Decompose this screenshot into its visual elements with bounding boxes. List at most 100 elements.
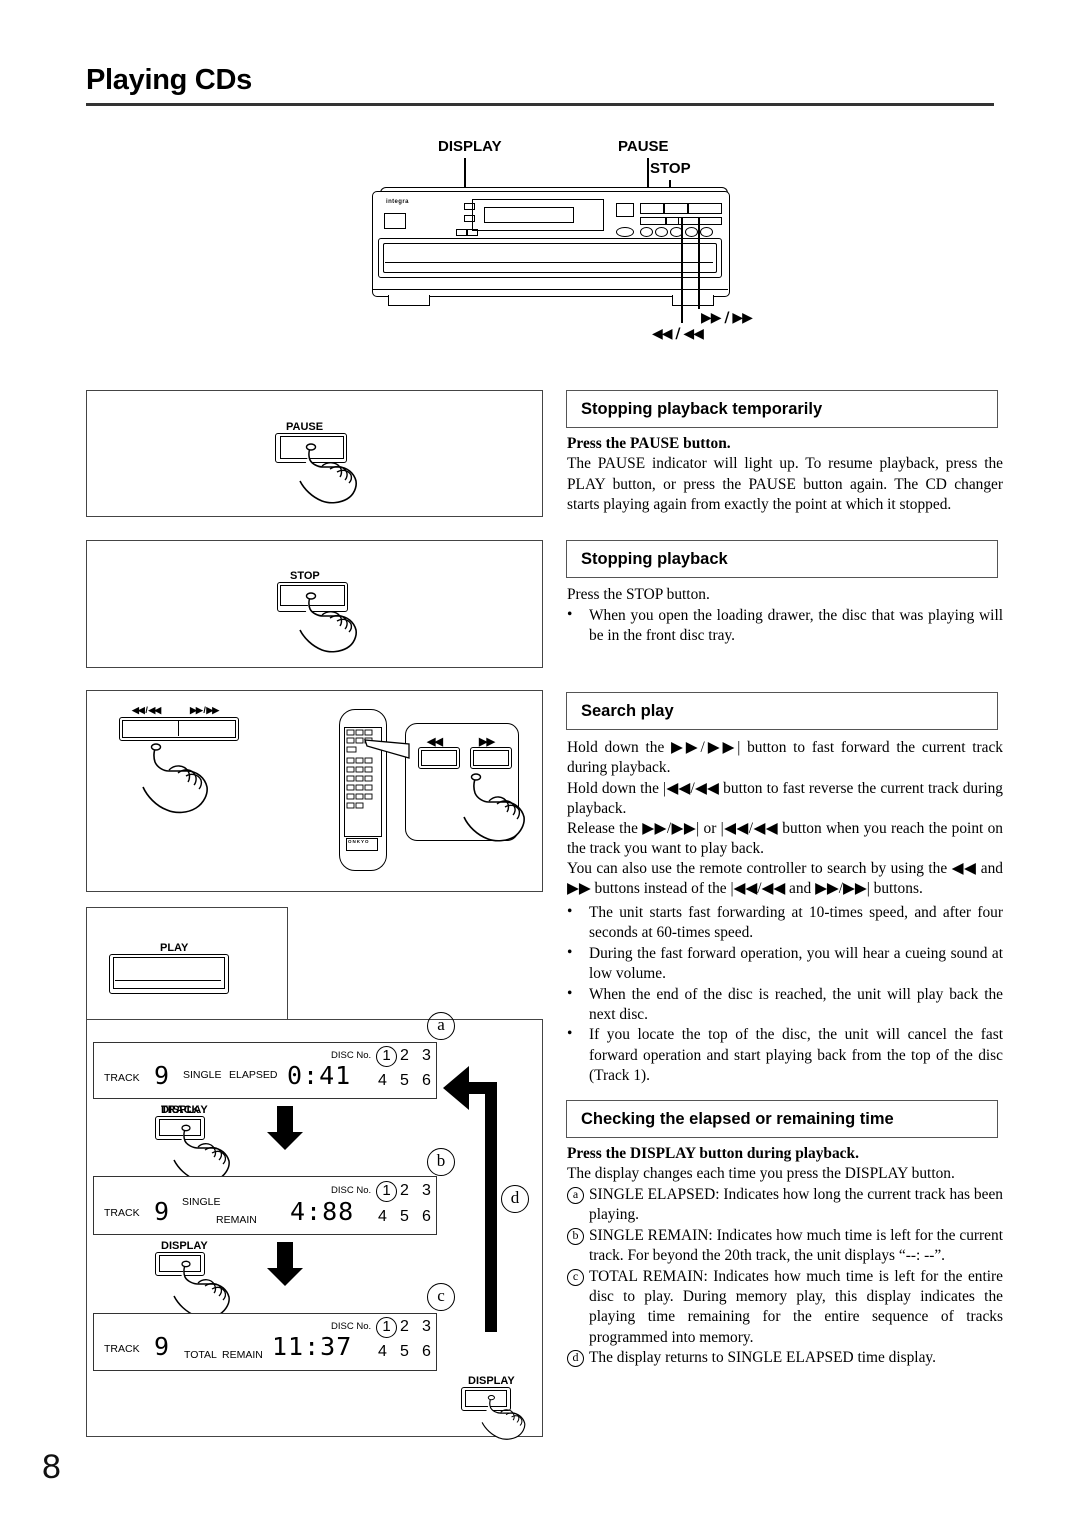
bullet-text: When you open the loading drawer, the di…	[589, 607, 1003, 645]
stop-button-device	[664, 203, 688, 214]
panel-b-mode2: REMAIN	[216, 1214, 257, 1226]
panel-c-disc-6: 6	[422, 1343, 431, 1360]
knob-3	[655, 227, 668, 237]
stopping-temporarily-paragraph: The PAUSE indicator will light up. To re…	[567, 455, 1003, 514]
illustration-search: ◀◀ / ◀◀ ▶▶ / ▶▶ ONKYO ◀◀ ▶▶	[86, 690, 543, 892]
step-tag-a: a	[427, 1012, 455, 1040]
panel-b-disc-1: 1	[376, 1181, 397, 1202]
bullet-marker: •	[567, 903, 573, 920]
bullet-text: During the fast forward operation, you w…	[589, 944, 1003, 983]
search-play-paragraph-4: You can also use the remote controller t…	[567, 860, 1003, 898]
device-foot-right	[672, 295, 714, 306]
display-key-label-3: DISPLAY	[468, 1375, 515, 1387]
heading-stopping-playback: Stopping playback	[566, 540, 998, 578]
bullet-marker: •	[567, 943, 573, 961]
hand-pointer-icon	[463, 773, 525, 842]
panel-a-track-value: 9	[154, 1061, 171, 1090]
step-tag-d: d	[501, 1185, 529, 1213]
display-key-label-2: DISPLAY	[161, 1240, 208, 1252]
hand-pointer-icon	[142, 743, 208, 814]
device-foot-left	[388, 295, 430, 306]
drawer-seam	[385, 262, 713, 264]
down-arrow-icon-2	[267, 1242, 303, 1286]
panel-b-disc-4: 4	[378, 1208, 387, 1225]
list-item: a SINGLE ELAPSED: Indicates how long the…	[567, 1185, 1003, 1226]
panel-c-mode2: REMAIN	[222, 1349, 263, 1361]
page-title: Playing CDs	[86, 64, 252, 96]
panel-c-track-value: 9	[154, 1332, 171, 1361]
bullet-item: • During the fast forward operation, you…	[567, 944, 1003, 985]
heading-stopping-temporarily: Stopping playback temporarily	[566, 390, 998, 428]
list-item: d The display returns to SINGLE ELAPSED …	[567, 1348, 1003, 1368]
item-marker-c: c	[567, 1267, 587, 1286]
item-text-c: TOTAL REMAIN: Indicates how much time is…	[589, 1267, 1003, 1346]
loopback-arrow-icon	[443, 1066, 497, 1332]
bullet-marker: •	[567, 1025, 573, 1043]
bullet-item: • The unit starts fast forwarding at 10-…	[567, 903, 1003, 944]
play-button-label: PLAY	[160, 942, 189, 954]
panel-b-mode1: SINGLE	[182, 1196, 221, 1208]
small-button-a	[456, 229, 467, 236]
bullet-marker: •	[567, 984, 573, 1002]
panel-a-disc-3: 3	[422, 1047, 431, 1064]
bullet-marker: •	[567, 606, 573, 623]
remote-brand-label: ONKYO	[348, 839, 370, 844]
play-key-seam	[115, 980, 221, 982]
panel-a-mode1: SINGLE	[183, 1069, 222, 1081]
section-checking-time-body: Press the DISPLAY button during playback…	[567, 1144, 1003, 1185]
panel-a-disc-2: 2	[400, 1047, 409, 1064]
lead-press-display: Press the DISPLAY button during playback…	[567, 1145, 859, 1162]
panel-c-track-label: TRACK	[104, 1343, 140, 1355]
knob-6	[700, 227, 713, 237]
panel-a-disc-6: 6	[422, 1072, 431, 1089]
item-text-d: The display returns to SINGLE ELAPSED ti…	[589, 1349, 936, 1367]
illustration-pause: PAUSE	[86, 390, 543, 517]
search-play-bullets: • The unit starts fast forwarding at 10-…	[567, 903, 1003, 1087]
bullet-item: • If you locate the top of the disc, the…	[567, 1025, 1003, 1086]
illustration-play: PLAY	[86, 907, 288, 1021]
callout-skip-forward-label: ▶▶ / ▶▶	[701, 310, 753, 326]
illustration-stop: STOP	[86, 540, 543, 668]
display-key-label-1: DISPLAY	[161, 1104, 208, 1116]
list-item: b SINGLE REMAIN: Indicates how much time…	[567, 1226, 1003, 1267]
callout-skipback-leader	[681, 217, 683, 323]
unit-skipback-label: ◀◀ / ◀◀	[132, 705, 161, 715]
pause-button-device	[640, 203, 664, 214]
item-marker-d: d	[567, 1348, 587, 1368]
remote-rew-key-inner[interactable]	[421, 750, 457, 766]
illustration-display-sequence: a b c d TRACK 9 SINGLE ELAPSED 0:41 DISC…	[86, 1012, 543, 1440]
panel-b-track-value: 9	[154, 1197, 171, 1226]
search-play-paragraph-1: Hold down the ▶▶/▶▶| button to fast forw…	[567, 739, 1003, 777]
callout-pause-label: PAUSE	[618, 138, 669, 155]
device-base	[372, 289, 728, 291]
panel-c-disc-label: DISC No.	[331, 1321, 372, 1332]
panel-b-disc-label: DISC No.	[331, 1185, 372, 1196]
display-panel-c: TRACK 9 TOTAL REMAIN 11:37 DISC No. 1 2 …	[93, 1313, 437, 1371]
brand-logo: integra	[386, 199, 409, 205]
panel-c-disc-4: 4	[378, 1343, 387, 1360]
stopping-playback-paragraph: Press the STOP button.	[567, 586, 710, 603]
play-button-device	[688, 203, 722, 214]
unit-search-key-divider	[178, 720, 180, 736]
row2-button-1	[640, 217, 666, 225]
remote-ff-key-inner[interactable]	[473, 750, 509, 766]
bullet-item: • When you open the loading drawer, the …	[567, 606, 1003, 647]
section-stopping-temporarily-body: Press the PAUSE button. The PAUSE indica…	[567, 434, 1003, 516]
list-item: c TOTAL REMAIN: Indicates how much time …	[567, 1267, 1003, 1349]
bullet-text: The unit starts fast forwarding at 10-ti…	[589, 904, 1003, 942]
bullet-text: When the end of the disc is reached, the…	[589, 985, 1003, 1024]
skip-fwd-button-device	[699, 217, 722, 225]
panel-a-time: 0:41	[287, 1061, 352, 1090]
panel-a-disc-1: 1	[376, 1046, 397, 1067]
play-key-inner[interactable]	[113, 957, 225, 989]
panel-b-disc-5: 5	[400, 1208, 409, 1225]
hand-pointer-icon	[299, 592, 357, 653]
cd-changer-front: integra	[372, 187, 730, 309]
pause-button-label: PAUSE	[286, 421, 324, 433]
panel-c-disc-2: 2	[400, 1318, 409, 1335]
manual-page: Playing CDs DISPLAY PAUSE STOP integra ▶…	[0, 0, 1080, 1528]
item-text-b: SINGLE REMAIN: Indicates how much time i…	[589, 1226, 1003, 1265]
hand-pointer-icon	[173, 1260, 230, 1319]
bullet-text: If you locate the top of the disc, the u…	[589, 1026, 1003, 1085]
knob-5	[685, 227, 698, 237]
